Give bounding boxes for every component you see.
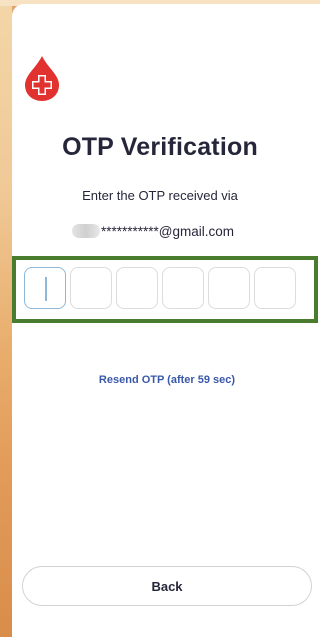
blood-drop-cross-icon [25, 56, 59, 101]
otp-digit-5[interactable] [208, 267, 250, 309]
otp-input-group [24, 267, 296, 309]
email-display: ***********@gmail.com [72, 221, 234, 241]
otp-digit-1[interactable] [24, 267, 66, 309]
background-left-edge [0, 0, 12, 637]
otp-digit-6[interactable] [254, 267, 296, 309]
email-redaction-blur [72, 224, 100, 238]
otp-digit-2[interactable] [70, 267, 112, 309]
masked-email: ***********@gmail.com [101, 223, 235, 239]
otp-digit-3[interactable] [116, 267, 158, 309]
resend-otp-link[interactable]: Resend OTP (after 59 sec) [0, 374, 320, 386]
back-button[interactable]: Back [22, 566, 312, 606]
otp-digit-4[interactable] [162, 267, 204, 309]
page-title: OTP Verification [62, 133, 258, 161]
text-caret [45, 277, 47, 301]
otp-instruction: Enter the OTP received via [82, 188, 238, 203]
